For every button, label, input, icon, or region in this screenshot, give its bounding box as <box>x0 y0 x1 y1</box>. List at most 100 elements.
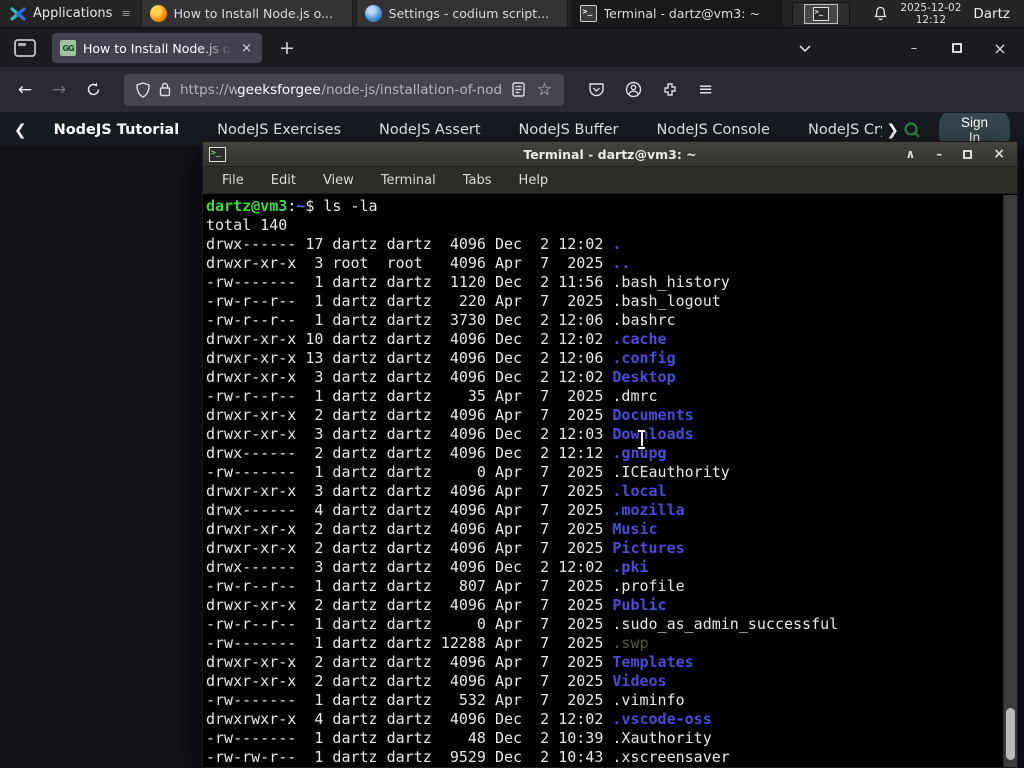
nav-links: NodeJS Tutorial NodeJS Exercises NodeJS … <box>35 122 883 138</box>
terminal-output-line: drwxr-xr-x 2 dartz dartz 4096 Apr 7 2025… <box>206 596 667 614</box>
site-nav-link[interactable]: NodeJS Crypto <box>789 122 882 138</box>
url-domain: geeksforgeeks.org <box>237 81 321 98</box>
file-name: .bash_logout <box>612 292 721 310</box>
terminal-output-line: drwxr-xr-x 3 dartz dartz 4096 Apr 7 2025… <box>206 482 667 500</box>
taskbar-window-title: How to Install Node.js o... <box>173 6 333 21</box>
site-nav-link[interactable]: NodeJS Buffer <box>500 122 638 138</box>
url-bar[interactable]: https://www.geeksforgeeks.org/node-js/in… <box>124 73 564 106</box>
extensions-icon[interactable] <box>662 82 678 98</box>
forward-button[interactable]: → <box>42 80 76 100</box>
pager-window-icon: >_ <box>803 3 838 24</box>
taskbar-window-button[interactable]: Terminal - dartz@vm3: ~ <box>570 0 783 27</box>
file-name: .. <box>612 254 631 272</box>
terminal-menu-item[interactable]: View <box>323 173 354 188</box>
terminal-window-title: Terminal - dartz@vm3: ~ <box>523 146 697 162</box>
taskbar-window-button[interactable]: How to Install Node.js o... <box>140 0 353 27</box>
account-icon[interactable] <box>625 81 642 98</box>
browser-tab-active[interactable]: GG How to Install Node.js on × <box>52 33 262 63</box>
bookmark-star-icon[interactable]: ☆ <box>537 80 552 100</box>
terminal-output-line: drwxr-xr-x 3 root root 4096 Apr 7 2025 .… <box>206 254 631 272</box>
terminal-minimize-button[interactable]: – <box>936 148 942 160</box>
search-icon[interactable] <box>903 121 921 139</box>
file-name: .Xauthority <box>612 729 712 747</box>
terminal-scrollbar[interactable] <box>1003 195 1017 767</box>
terminal-app-icon: >_ <box>209 146 226 162</box>
file-name: .swp <box>612 634 649 652</box>
file-name: Public <box>612 596 667 614</box>
terminal-output-line: drwxr-xr-x 2 dartz dartz 4096 Apr 7 2025… <box>206 539 685 557</box>
file-name: .viminfo <box>612 691 685 709</box>
nav-scroll-right-icon[interactable]: ❯ <box>882 121 903 139</box>
taskbar-app-icon <box>364 5 382 22</box>
file-name: Music <box>612 520 658 538</box>
url-text[interactable]: https://www.geeksforgeeks.org/node-js/in… <box>180 82 503 98</box>
terminal-close-button[interactable]: × <box>993 147 1005 161</box>
window-minimize-button[interactable]: – <box>906 41 922 56</box>
nav-scroll-left-icon[interactable]: ❮ <box>0 121 35 139</box>
file-name: .pki <box>612 558 649 576</box>
user-menu[interactable]: Dartz <box>973 6 1014 22</box>
file-name: .ICEauthority <box>612 463 730 481</box>
tab-close-icon[interactable]: × <box>239 41 254 56</box>
tracking-shield-icon[interactable] <box>136 81 150 98</box>
terminal-menubar: File Edit View Terminal Tabs Help <box>203 167 1017 194</box>
terminal-output-line: drwxr-xr-x 2 dartz dartz 4096 Apr 7 2025… <box>206 406 694 424</box>
notification-bell-icon[interactable] <box>873 6 888 22</box>
terminal-menu-item[interactable]: File <box>222 173 244 188</box>
terminal-output-line: -rw------- 1 dartz dartz 48 Dec 2 10:39 … <box>206 729 712 747</box>
file-name: .config <box>612 349 676 367</box>
terminal-output-line: -rw-r--r-- 1 dartz dartz 220 Apr 7 2025 … <box>206 292 721 310</box>
hamburger-menu-icon[interactable]: ≡ <box>698 79 713 100</box>
site-nav-link[interactable]: NodeJS Console <box>637 122 789 138</box>
desktop: Applications ≡ How to Install Node.js o.… <box>0 0 1024 768</box>
new-tab-button[interactable]: + <box>272 37 302 59</box>
terminal-scrollbar-thumb[interactable] <box>1006 708 1015 760</box>
file-name: .xscreensaver <box>612 748 730 766</box>
reload-button[interactable] <box>76 82 110 97</box>
file-name: .bash_history <box>612 273 730 291</box>
site-nav-link[interactable]: NodeJS Assert <box>360 122 500 138</box>
terminal-output-line: -rw-rw-r-- 1 dartz dartz 9529 Dec 2 10:4… <box>206 748 730 766</box>
workspace-pager[interactable]: >_ <box>791 1 850 26</box>
terminal-titlebar[interactable]: >_ Terminal - dartz@vm3: ~ ∧ – × <box>203 142 1017 167</box>
terminal-rollup-button[interactable]: ∧ <box>906 148 916 160</box>
distro-logo-icon <box>10 6 26 22</box>
site-nav-link[interactable]: NodeJS Tutorial <box>35 122 199 138</box>
lock-icon[interactable] <box>159 82 171 97</box>
file-name: .bashrc <box>612 311 676 329</box>
file-name: Pictures <box>612 539 685 557</box>
applications-label: Applications <box>33 6 113 21</box>
terminal-menu-item[interactable]: Terminal <box>381 173 436 188</box>
terminal-output-line: -rw-r--r-- 1 dartz dartz 3730 Dec 2 12:0… <box>206 311 676 329</box>
file-name: Templates <box>612 653 694 671</box>
firefox-toolbar: ← → https://www.geeksforgeeks.org/node-j… <box>0 67 1024 113</box>
terminal-menu-item[interactable]: Help <box>519 173 549 188</box>
file-name: Downloads <box>612 425 694 443</box>
file-name: .sudo_as_admin_successful <box>612 615 839 633</box>
terminal-menu-item[interactable]: Tabs <box>463 173 492 188</box>
system-tray: 2025-12-02 12:12 Dartz <box>863 0 1024 27</box>
clock-time: 12:12 <box>915 13 946 26</box>
terminal-menu-item[interactable]: Edit <box>271 173 296 188</box>
file-name: .profile <box>612 577 685 595</box>
terminal-output-line: drwx------ 17 dartz dartz 4096 Dec 2 12:… <box>206 235 622 253</box>
file-name: Documents <box>612 406 694 424</box>
terminal-maximize-button[interactable] <box>963 149 973 159</box>
firefox-view-icon[interactable] <box>14 39 36 57</box>
file-name: .dmrc <box>612 387 658 405</box>
file-name: .cache <box>612 330 667 348</box>
reader-mode-icon[interactable] <box>512 82 525 97</box>
window-close-button[interactable]: × <box>992 39 1008 58</box>
file-name: .local <box>612 482 667 500</box>
applications-menu-button[interactable]: Applications ≡ <box>0 0 141 27</box>
file-name: .mozilla <box>612 501 685 519</box>
pocket-save-icon[interactable] <box>588 81 605 98</box>
site-nav-link[interactable]: NodeJS Exercises <box>198 122 360 138</box>
terminal-output[interactable]: dartz@vm3:~$ ls -la total 140 drwx------… <box>203 195 1003 767</box>
list-all-tabs-chevron-icon[interactable] <box>798 44 812 53</box>
window-maximize-button[interactable] <box>952 43 962 53</box>
taskbar-window-title: Settings - codium script... <box>388 6 550 21</box>
back-button[interactable]: ← <box>8 80 42 100</box>
taskbar-window-button[interactable]: Settings - codium script... <box>355 0 568 27</box>
panel-clock[interactable]: 2025-12-02 12:12 <box>900 2 961 26</box>
